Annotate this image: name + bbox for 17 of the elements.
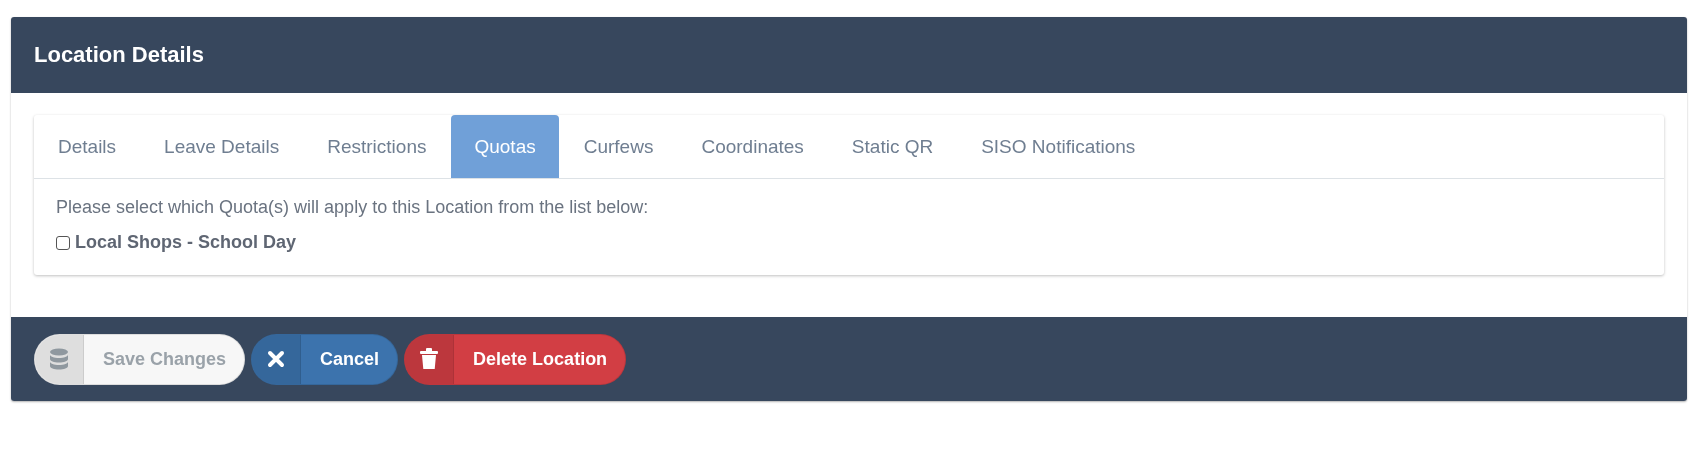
- tab[interactable]: Curfews: [560, 115, 677, 178]
- tab[interactable]: Quotas: [451, 115, 559, 178]
- close-icon: [267, 350, 286, 368]
- quota-label: Local Shops - School Day: [75, 232, 297, 253]
- trash-icon: [420, 348, 439, 370]
- tab[interactable]: Restrictions: [304, 115, 450, 178]
- database-icon: [49, 348, 69, 370]
- tab[interactable]: Details: [35, 115, 140, 178]
- tab[interactable]: Coordinates: [678, 115, 827, 178]
- tab[interactable]: Static QR: [828, 115, 957, 178]
- instruction-text: Please select which Quota(s) will apply to this Location from the list below:: [56, 197, 650, 218]
- cancel-button[interactable]: Cancel: [251, 333, 399, 385]
- checkbox[interactable]: [56, 235, 70, 250]
- tab[interactable]: SISO Notifications: [958, 115, 1159, 178]
- tab[interactable]: Leave Details: [141, 115, 303, 178]
- delete-button[interactable]: Delete Location: [404, 333, 627, 385]
- panel-title: Location Details: [34, 42, 204, 68]
